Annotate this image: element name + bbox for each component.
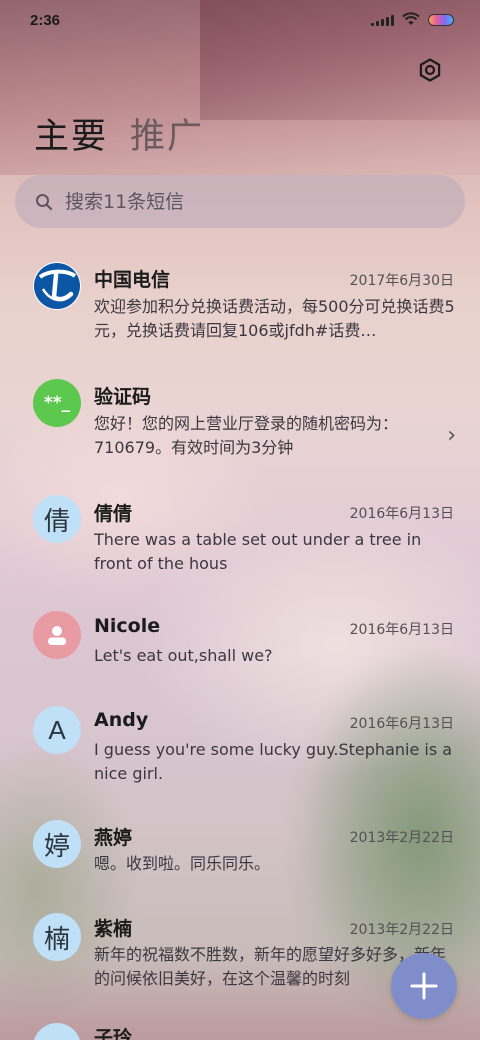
- tab-primary[interactable]: 主要: [34, 108, 108, 159]
- sender-name: 倩倩: [94, 503, 133, 525]
- avatar-text: 倩: [43, 506, 70, 537]
- conversation-item[interactable]: 倩 倩倩 2016年6月13日 There was a table set ou…: [0, 481, 480, 597]
- message-date: 2013年2月22日: [349, 830, 454, 846]
- avatar-text: **_: [43, 393, 71, 413]
- battery-icon: [428, 14, 454, 26]
- avatar: 楠: [33, 913, 81, 961]
- sender-name: Nicole: [94, 615, 161, 637]
- tab-bar: 主要 推广: [34, 108, 204, 159]
- avatar: [33, 611, 81, 659]
- person-icon: [48, 626, 66, 645]
- conversation-item[interactable]: A Andy 2016年6月13日 I guess you're some lu…: [0, 689, 480, 805]
- message-date: 2017年6月30日: [349, 273, 454, 289]
- avatar: A: [33, 706, 81, 754]
- avatar: 婷: [33, 820, 81, 868]
- conversation-item[interactable]: **_ 验证码 您好！您的网上营业厅登录的随机密码为：710679。有效时间为3…: [0, 363, 480, 481]
- search-input[interactable]: [65, 190, 445, 213]
- message-date: 2016年6月13日: [349, 622, 454, 638]
- plus-icon: [410, 972, 438, 1000]
- conversation-item[interactable]: 婷 燕婷 2013年2月22日 嗯。收到啦。同乐同乐。: [0, 805, 480, 897]
- conversation-item[interactable]: Nicole 2016年6月13日 Let's eat out,shall we…: [0, 597, 480, 689]
- settings-button[interactable]: [416, 56, 444, 84]
- sender-name: Andy: [94, 709, 149, 731]
- avatar: [33, 1023, 81, 1040]
- avatar: 倩: [33, 495, 81, 543]
- avatar: **_: [33, 379, 81, 427]
- message-preview: 欢迎参加积分兑换话费活动，每500分可兑换话费5元，兑换话费请回复106或jfd…: [94, 297, 455, 340]
- gear-icon: [419, 58, 441, 82]
- message-preview: 嗯。收到啦。同乐同乐。: [94, 854, 271, 873]
- message-preview: I guess you're some lucky guy.Stephanie …: [94, 740, 453, 783]
- sender-name: 中国电信: [94, 269, 171, 291]
- sender-name: 燕婷: [94, 827, 133, 849]
- china-telecom-logo: [34, 263, 80, 309]
- new-message-button[interactable]: [391, 953, 457, 1019]
- signal-icon: [371, 14, 394, 26]
- avatar-text: 婷: [43, 831, 70, 862]
- sender-name: 验证码: [94, 386, 152, 408]
- status-icons: [371, 11, 454, 30]
- message-date: 2013年2月22日: [349, 922, 454, 938]
- message-date: 2016年6月13日: [349, 506, 454, 522]
- sender-name: 紫楠: [94, 918, 133, 940]
- status-time: 2:36: [30, 11, 61, 29]
- search-icon: [36, 193, 53, 210]
- message-date: 2016年6月13日: [349, 716, 454, 732]
- tab-promotions[interactable]: 推广: [130, 108, 204, 159]
- conversation-item[interactable]: 中国电信 2017年6月30日 欢迎参加积分兑换话费活动，每500分可兑换话费5…: [0, 245, 480, 363]
- message-preview: 您好！您的网上营业厅登录的随机密码为：710679。有效时间为3分钟: [94, 414, 399, 457]
- avatar: [33, 262, 81, 310]
- message-preview: Let's eat out,shall we?: [94, 646, 273, 665]
- wifi-icon: [402, 11, 420, 30]
- conversation-list: 中国电信 2017年6月30日 欢迎参加积分兑换话费活动，每500分可兑换话费5…: [0, 245, 480, 1040]
- sender-name: 子玲: [94, 1027, 133, 1040]
- search-bar[interactable]: [15, 175, 465, 228]
- chevron-right-icon: ›: [447, 423, 456, 448]
- message-preview: There was a table set out under a tree i…: [94, 530, 422, 573]
- avatar-text: 楠: [43, 924, 70, 955]
- avatar-text: A: [48, 714, 66, 745]
- status-bar: 2:36: [0, 0, 480, 40]
